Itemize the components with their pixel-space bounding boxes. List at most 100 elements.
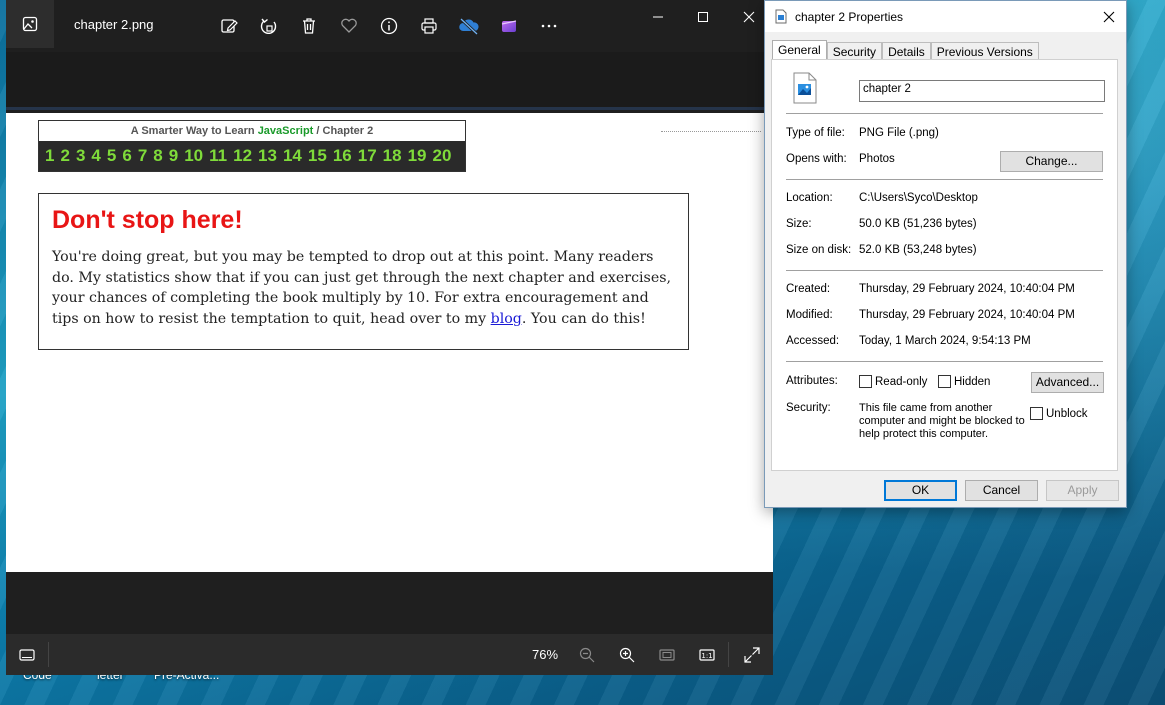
- zoom-in-icon[interactable]: [616, 644, 638, 666]
- chapter-number: 19: [407, 146, 427, 165]
- change-button[interactable]: Change...: [1000, 151, 1103, 172]
- location-label: Location:: [786, 192, 833, 204]
- chapter-number: 7: [137, 146, 148, 165]
- edit-image-icon[interactable]: [217, 14, 241, 38]
- separator: [786, 179, 1103, 180]
- chapter-number: 13: [258, 146, 277, 165]
- info-icon[interactable]: [377, 14, 401, 38]
- accessed-label: Accessed:: [786, 335, 840, 347]
- encouragement-text: You're doing great, but you may be tempt…: [52, 247, 675, 329]
- photos-bottom-area: [6, 572, 773, 634]
- print-icon[interactable]: [417, 14, 441, 38]
- advanced-button[interactable]: Advanced...: [1031, 372, 1104, 393]
- size-on-disk-value: 52.0 KB (53,248 bytes): [859, 244, 977, 256]
- size-value: 50.0 KB (51,236 bytes): [859, 218, 977, 230]
- close-icon[interactable]: [1098, 6, 1120, 28]
- security-warning-text: This file came from another computer and…: [859, 402, 1025, 440]
- chapter-number: 18: [382, 146, 402, 165]
- location-value: C:\Users\Syco\Desktop: [859, 192, 978, 204]
- type-label: Type of file:: [786, 127, 845, 139]
- chapter-number: 17: [357, 146, 377, 165]
- chapter-number: 6: [122, 146, 132, 165]
- readonly-checkbox[interactable]: Read-only: [859, 375, 927, 388]
- photos-app-icon[interactable]: [6, 0, 54, 48]
- tab-general[interactable]: General: [772, 40, 827, 61]
- chapter-number: 1: [45, 146, 55, 165]
- more-icon[interactable]: [537, 14, 561, 38]
- unblock-checkbox[interactable]: Unblock: [1030, 407, 1088, 420]
- fit-to-window-icon[interactable]: [656, 644, 678, 666]
- book-title-chapter: / Chapter 2: [313, 125, 374, 137]
- modified-label: Modified:: [786, 309, 833, 321]
- chapter-number: 12: [233, 146, 253, 165]
- unblock-checkbox-box[interactable]: [1030, 407, 1043, 420]
- book-title-header: A Smarter Way to Learn JavaScript / Chap…: [39, 121, 465, 141]
- type-value: PNG File (.png): [859, 127, 939, 139]
- chapter-number: 15: [307, 146, 327, 165]
- properties-dialog: chapter 2 Properties General Security De…: [764, 0, 1127, 508]
- actual-size-icon[interactable]: 1:1: [696, 644, 718, 666]
- modified-value: Thursday, 29 February 2024, 10:40:04 PM: [859, 309, 1075, 321]
- general-tab-panel: chapter 2 Type of file: PNG File (.png) …: [771, 59, 1118, 471]
- rotate-icon[interactable]: [257, 14, 281, 38]
- clipchamp-icon[interactable]: [497, 14, 521, 38]
- book-title-prefix: A Smarter Way to Learn: [130, 125, 258, 137]
- apply-button[interactable]: Apply: [1046, 480, 1119, 501]
- chapter-number: 5: [106, 146, 117, 165]
- photos-window: chapter 2.png A Smarter Way to Learn Jav…: [6, 0, 773, 675]
- png-file-icon: [792, 72, 818, 107]
- delete-icon[interactable]: [297, 14, 321, 38]
- onedrive-icon[interactable]: [457, 14, 481, 38]
- file-name-field[interactable]: chapter 2: [859, 80, 1105, 102]
- readonly-checkbox-box[interactable]: [859, 375, 872, 388]
- svg-text:1:1: 1:1: [701, 652, 712, 660]
- unblock-label: Unblock: [1046, 407, 1088, 420]
- zoom-out-icon[interactable]: [576, 644, 598, 666]
- file-small-icon: [775, 9, 787, 27]
- separator: [786, 113, 1103, 114]
- hidden-checkbox[interactable]: Hidden: [938, 375, 990, 388]
- properties-titlebar: chapter 2 Properties: [765, 1, 1126, 32]
- chapter-number: 8: [153, 146, 163, 165]
- full-screen-icon[interactable]: [741, 644, 763, 666]
- photos-filmstrip-area: [6, 52, 773, 110]
- separator: [786, 361, 1103, 362]
- favorite-icon[interactable]: [337, 14, 361, 38]
- separator: [786, 270, 1103, 271]
- hidden-checkbox-box[interactable]: [938, 375, 951, 388]
- chapter-number: 9: [168, 146, 179, 165]
- filmstrip-toggle-icon[interactable]: [16, 644, 38, 666]
- encouragement-text-end: . You can do this!: [521, 310, 646, 327]
- chapter-number: 16: [332, 146, 352, 165]
- readonly-label: Read-only: [875, 375, 928, 388]
- image-viewer-canvas[interactable]: A Smarter Way to Learn JavaScript / Chap…: [6, 113, 773, 572]
- blog-link: blog: [490, 310, 522, 327]
- chapter-number: 14: [282, 146, 302, 165]
- cancel-button[interactable]: Cancel: [965, 480, 1038, 501]
- chapter-number: 20: [432, 146, 452, 165]
- photos-file-title: chapter 2.png: [74, 17, 154, 32]
- created-value: Thursday, 29 February 2024, 10:40:04 PM: [859, 283, 1075, 295]
- chapter-number-list: 1 2 3 4 5 6 7 8 9 10 11 12 13 14 15 16 17 18 19 20: [39, 141, 465, 171]
- chapter-navigation-banner: A Smarter Way to Learn JavaScript / Chap…: [38, 120, 466, 172]
- book-title-javascript: JavaScript: [257, 125, 314, 137]
- maximize-icon[interactable]: [687, 4, 719, 30]
- status-divider: [48, 642, 49, 667]
- photos-titlebar: chapter 2.png: [6, 0, 773, 52]
- minimize-icon[interactable]: [642, 4, 674, 30]
- zoom-level: 76%: [532, 647, 559, 662]
- properties-tabs: General Security Details Previous Versio…: [772, 40, 1039, 61]
- close-icon[interactable]: [733, 4, 765, 30]
- opens-with-label: Opens with:: [786, 153, 847, 165]
- chapter-number: 2: [60, 146, 70, 165]
- created-label: Created:: [786, 283, 831, 295]
- size-on-disk-label: Size on disk:: [786, 244, 852, 256]
- dotted-divider: [661, 131, 761, 132]
- hidden-label: Hidden: [954, 375, 991, 388]
- ok-button[interactable]: OK: [884, 480, 957, 501]
- opens-with-value: Photos: [859, 153, 895, 165]
- properties-title: chapter 2 Properties: [795, 10, 904, 24]
- attributes-label: Attributes:: [786, 375, 838, 387]
- status-divider-2: [728, 642, 729, 667]
- accessed-value: Today, 1 March 2024, 9:54:13 PM: [859, 335, 1031, 347]
